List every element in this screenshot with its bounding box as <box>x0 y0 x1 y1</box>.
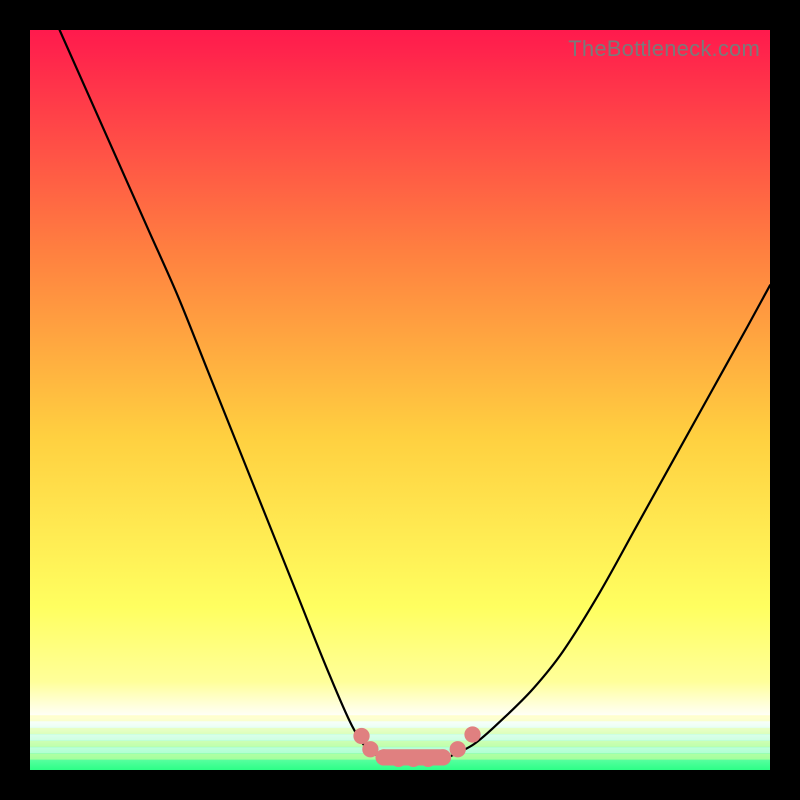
highlight-marker <box>464 726 480 742</box>
background-gradient <box>30 30 770 770</box>
chart-svg <box>30 30 770 770</box>
highlight-marker <box>420 751 436 767</box>
plot-area: TheBottleneck.com <box>30 30 770 770</box>
highlight-marker <box>405 751 421 767</box>
highlight-marker <box>376 749 392 765</box>
highlight-marker <box>390 751 406 767</box>
outer-frame: TheBottleneck.com <box>0 0 800 800</box>
highlight-marker <box>435 749 451 765</box>
highlight-marker <box>450 741 466 757</box>
watermark-text: TheBottleneck.com <box>568 36 760 62</box>
highlight-marker <box>353 728 369 744</box>
